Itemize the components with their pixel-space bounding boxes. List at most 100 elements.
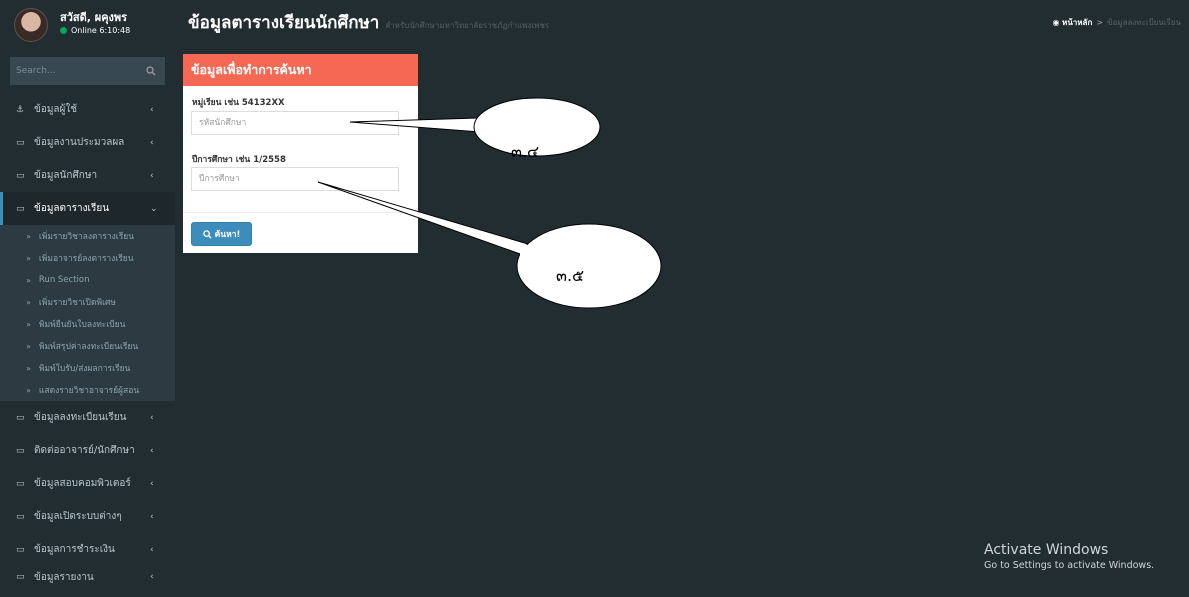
content-header: ข้อมูลตารางเรียนนักศึกษา สำหรับนักศึกษามห… <box>175 0 1189 40</box>
laptop-icon: ▭ <box>16 412 25 423</box>
breadcrumb-home[interactable]: หน้าหลัก <box>1062 18 1092 27</box>
divider <box>183 212 418 213</box>
submenu-item[interactable]: » พิมพ์สรุปค่าลงทะเบียนเรียน <box>0 335 175 357</box>
user-panel: สวัสดี, ผคุงพร Online 6:10:48 <box>0 0 175 50</box>
breadcrumb: ◉ หน้าหลัก > ข้อมูลลงทะเบียนเรียน <box>1053 16 1181 29</box>
sidebar-item-contact[interactable]: ▭ ติดต่ออาจารย์/นักศึกษา ‹ <box>0 434 175 467</box>
sidebar-item-label: ข้อมูลผู้ใช้ <box>34 104 78 115</box>
online-status-text: Online 6:10:48 <box>71 26 131 35</box>
submenu-item[interactable]: » พิมพ์ใบรับ/ส่งผลการเรียน <box>0 357 175 379</box>
submenu-item-label: พิมพ์ยืนยันใบลงทะเบียน <box>38 320 126 330</box>
sidebar-item-system-open[interactable]: ▭ ข้อมูลเปิดระบบต่างๆ ‹ <box>0 500 175 533</box>
laptop-icon: ▭ <box>16 511 25 522</box>
sidebar-item-timetable[interactable]: ▭ ข้อมูลตารางเรียน ⌄ <box>0 192 175 225</box>
search-form-box: ข้อมูลเพื่อทำการค้นหา หมู่เรียน เช่น 541… <box>183 54 418 253</box>
chevron-left-icon: ‹ <box>150 445 154 456</box>
submenu-item[interactable]: » เพิ่มอาจารย์ลงตารางเรียน <box>0 247 175 269</box>
online-dot-icon <box>60 27 67 34</box>
search-button[interactable] <box>137 57 165 85</box>
sidebar-item-users[interactable]: ⚓ ข้อมูลผู้ใช้ ‹ <box>0 93 175 126</box>
page-title: ข้อมูลตารางเรียนนักศึกษา สำหรับนักศึกษามห… <box>188 9 549 36</box>
sidebar-item-label: ข้อมูลตารางเรียน <box>34 203 110 214</box>
callout-label-2: ๓.๕ <box>556 266 585 285</box>
search-icon <box>202 229 212 239</box>
sidebar-item-reports[interactable]: ▭ ข้อมูลรายงาน ‹ <box>0 566 175 588</box>
search-form-title: ข้อมูลเพื่อทำการค้นหา <box>183 54 418 86</box>
laptop-icon: ▭ <box>16 478 25 489</box>
sidebar-item-processing[interactable]: ▭ ข้อมูลงานประมวลผล ‹ <box>0 126 175 159</box>
chevron-down-icon: ⌄ <box>150 203 158 214</box>
breadcrumb-separator: > <box>1096 18 1104 27</box>
submenu-item[interactable]: » เพิ่มรายวิชาลงตารางเรียน <box>0 225 175 247</box>
submenu-item[interactable]: » Run Section <box>0 269 175 291</box>
submenu-item-label: เพิ่มรายวิชาลงตารางเรียน <box>38 232 135 242</box>
main-content: ข้อมูลเพื่อทำการค้นหา หมู่เรียน เช่น 541… <box>175 40 1189 597</box>
submenu-item[interactable]: » แสดงรายวิชาอาจารย์ผู้สอน <box>0 379 175 401</box>
laptop-icon: ▭ <box>16 445 25 456</box>
sidebar-item-label: ข้อมูลสอบคอมพิวเตอร์ <box>34 478 131 489</box>
double-chevron-icon: » <box>26 275 31 285</box>
submenu-item[interactable]: » เพิ่มรายวิชาเปิดพิเศษ <box>0 291 175 313</box>
watermark-line-1: Activate Windows <box>984 542 1109 558</box>
sidebar-item-label: ข้อมูลเปิดระบบต่างๆ <box>34 511 122 522</box>
breadcrumb-current: ข้อมูลลงทะเบียนเรียน <box>1107 18 1181 27</box>
sidebar-item-label: ข้อมูลรายงาน <box>34 571 94 583</box>
sidebar-item-label: ข้อมูลลงทะเบียนเรียน <box>34 412 127 423</box>
users-icon: ⚓ <box>16 104 25 115</box>
student-id-input[interactable] <box>191 111 399 135</box>
sidebar-item-students[interactable]: ▭ ข้อมูลนักศึกษา ‹ <box>0 159 175 192</box>
double-chevron-icon: » <box>26 385 31 395</box>
watermark-line-2: Go to Settings to activate Windows. <box>984 560 1155 571</box>
submenu-item-label: พิมพ์ใบรับ/ส่งผลการเรียน <box>38 364 131 374</box>
user-name: สวัสดี, ผคุงพร <box>60 11 128 24</box>
submenu-item-label: พิมพ์สรุปค่าลงทะเบียนเรียน <box>38 342 139 352</box>
laptop-icon: ▭ <box>16 170 25 181</box>
double-chevron-icon: » <box>26 253 31 263</box>
laptop-icon: ▭ <box>16 572 25 582</box>
laptop-icon: ▭ <box>16 203 25 214</box>
avatar[interactable] <box>14 8 48 42</box>
chevron-left-icon: ‹ <box>150 104 154 115</box>
timetable-submenu: » เพิ่มรายวิชาลงตารางเรียน » เพิ่มอาจารย์ล… <box>0 225 175 401</box>
submenu-item-label: แสดงรายวิชาอาจารย์ผู้สอน <box>38 386 140 396</box>
search-submit-button[interactable]: ค้นหา! <box>191 222 252 246</box>
submenu-item[interactable]: » พิมพ์ยืนยันใบลงทะเบียน <box>0 313 175 335</box>
double-chevron-icon: » <box>26 363 31 373</box>
double-chevron-icon: » <box>26 341 31 351</box>
sidebar-item-label: ข้อมูลงานประมวลผล <box>34 137 125 148</box>
chevron-left-icon: ‹ <box>150 170 154 181</box>
submenu-item-label: เพิ่มอาจารย์ลงตารางเรียน <box>38 254 134 264</box>
submenu-item-label: เพิ่มรายวิชาเปิดพิเศษ <box>38 298 116 308</box>
callout-label-1: ๓.๔ <box>511 142 540 161</box>
page-subtitle: สำหรับนักศึกษามหาวิทยาลัยราชภัฏกำแพงเพชร <box>385 21 550 30</box>
academic-year-input[interactable] <box>191 167 399 191</box>
sidebar-item-label: ข้อมูลนักศึกษา <box>34 170 98 181</box>
double-chevron-icon: » <box>26 231 31 241</box>
sidebar-menu: ⚓ ข้อมูลผู้ใช้ ‹ ▭ ข้อมูลงานประมวลผล ‹ ▭… <box>0 93 175 588</box>
sidebar-item-label: ข้อมูลการชำระเงิน <box>34 544 115 555</box>
search-input[interactable] <box>10 57 137 85</box>
sidebar-item-label: ติดต่ออาจารย์/นักศึกษา <box>34 445 135 456</box>
section-label: หมู่เรียน เช่น 54132XX <box>192 98 285 108</box>
sidebar: สวัสดี, ผคุงพร Online 6:10:48 ⚓ ข้อมูลผู… <box>0 0 175 597</box>
sidebar-search <box>10 57 165 85</box>
chevron-left-icon: ‹ <box>150 478 154 489</box>
chevron-left-icon: ‹ <box>150 137 154 148</box>
sidebar-item-registration[interactable]: ▭ ข้อมูลลงทะเบียนเรียน ‹ <box>0 401 175 434</box>
laptop-icon: ▭ <box>16 137 25 148</box>
double-chevron-icon: » <box>26 297 31 307</box>
user-status: Online 6:10:48 <box>60 26 130 35</box>
search-submit-label: ค้นหา! <box>214 230 241 240</box>
page-title-text: ข้อมูลตารางเรียนนักศึกษา <box>188 13 380 33</box>
academic-year-label: ปีการศึกษา เช่น 1/2558 <box>192 155 286 165</box>
search-icon <box>146 66 156 76</box>
chevron-left-icon: ‹ <box>150 544 154 555</box>
chevron-left-icon: ‹ <box>150 572 154 582</box>
sidebar-item-payment[interactable]: ▭ ข้อมูลการชำระเงิน ‹ <box>0 533 175 566</box>
chevron-left-icon: ‹ <box>150 412 154 423</box>
sidebar-item-computer-exam[interactable]: ▭ ข้อมูลสอบคอมพิวเตอร์ ‹ <box>0 467 175 500</box>
laptop-icon: ▭ <box>16 544 25 555</box>
dashboard-icon: ◉ <box>1052 18 1060 27</box>
windows-activation-watermark: Activate Windows Go to Settings to activ… <box>984 542 1154 571</box>
double-chevron-icon: » <box>26 319 31 329</box>
